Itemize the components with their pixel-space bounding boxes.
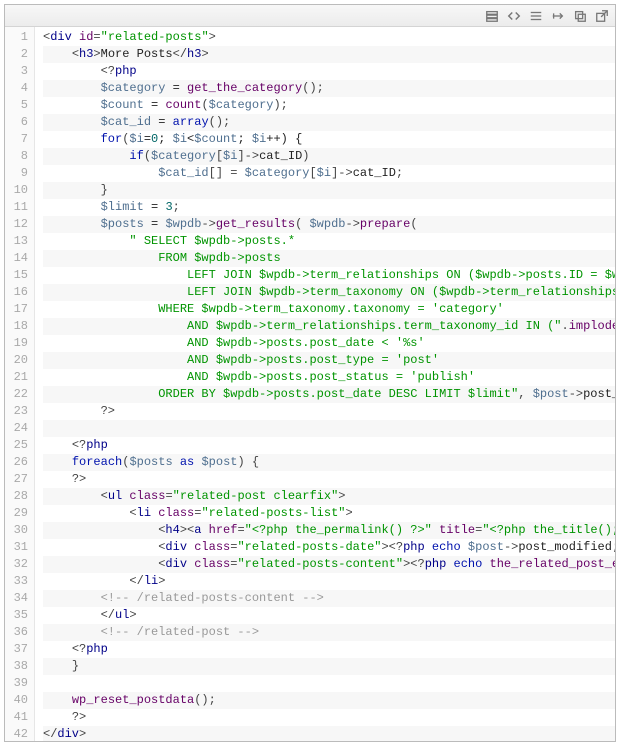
code-line[interactable]: " SELECT $wpdb->posts.* — [43, 233, 615, 250]
copy-icon[interactable] — [570, 7, 590, 25]
code-line[interactable]: <div class="related-posts-content"><?php… — [43, 556, 615, 573]
line-number: 24 — [5, 420, 28, 437]
line-number: 13 — [5, 233, 28, 250]
code-line[interactable]: } — [43, 182, 615, 199]
code-line[interactable] — [43, 675, 615, 692]
code-line[interactable]: <!-- /related-posts-content --> — [43, 590, 615, 607]
line-number: 3 — [5, 63, 28, 80]
line-number: 27 — [5, 471, 28, 488]
code-line[interactable]: $count = count($category); — [43, 97, 615, 114]
line-number: 39 — [5, 675, 28, 692]
line-number: 26 — [5, 454, 28, 471]
code-line[interactable]: AND $wpdb->posts.post_status = 'publish' — [43, 369, 615, 386]
code-line[interactable]: $posts = $wpdb->get_results( $wpdb->prep… — [43, 216, 615, 233]
line-number: 21 — [5, 369, 28, 386]
line-number: 18 — [5, 318, 28, 335]
code-line[interactable]: $cat_id = array(); — [43, 114, 615, 131]
code-line[interactable]: AND $wpdb->posts.post_date < '%s' — [43, 335, 615, 352]
code-line[interactable]: <?php — [43, 437, 615, 454]
code-line[interactable]: foreach($posts as $post) { — [43, 454, 615, 471]
code-line[interactable]: ?> — [43, 403, 615, 420]
popout-icon[interactable] — [592, 7, 612, 25]
line-number: 19 — [5, 335, 28, 352]
line-number: 14 — [5, 250, 28, 267]
line-number: 8 — [5, 148, 28, 165]
code-line[interactable]: <div class="related-posts-date"><?php ec… — [43, 539, 615, 556]
line-number: 36 — [5, 624, 28, 641]
line-number: 2 — [5, 46, 28, 63]
code-line[interactable]: LEFT JOIN $wpdb->term_relationships ON (… — [43, 267, 615, 284]
code-line[interactable]: wp_reset_postdata(); — [43, 692, 615, 709]
line-number: 22 — [5, 386, 28, 403]
line-number: 12 — [5, 216, 28, 233]
code-line[interactable]: WHERE $wpdb->term_taxonomy.taxonomy = 'c… — [43, 301, 615, 318]
code-line[interactable]: </li> — [43, 573, 615, 590]
code-icon[interactable] — [504, 7, 524, 25]
line-number: 9 — [5, 165, 28, 182]
list-icon[interactable] — [526, 7, 546, 25]
line-number: 30 — [5, 522, 28, 539]
line-number: 32 — [5, 556, 28, 573]
line-number: 28 — [5, 488, 28, 505]
line-number: 17 — [5, 301, 28, 318]
code-line[interactable]: $cat_id[] = $category[$i]->cat_ID; — [43, 165, 615, 182]
code-line[interactable]: ORDER BY $wpdb->posts.post_date DESC LIM… — [43, 386, 615, 403]
code-line[interactable]: } — [43, 658, 615, 675]
code-line[interactable]: LEFT JOIN $wpdb->term_taxonomy ON ($wpdb… — [43, 284, 615, 301]
code-line[interactable]: <ul class="related-post clearfix"> — [43, 488, 615, 505]
view-source-icon[interactable] — [482, 7, 502, 25]
line-number: 1 — [5, 29, 28, 46]
line-number: 41 — [5, 709, 28, 726]
code-line[interactable]: ?> — [43, 471, 615, 488]
editor-toolbar — [5, 5, 615, 27]
code-editor: 1234567891011121314151617181920212223242… — [4, 4, 616, 742]
line-number: 31 — [5, 539, 28, 556]
code-line[interactable]: <?php — [43, 641, 615, 658]
line-number: 35 — [5, 607, 28, 624]
line-number: 37 — [5, 641, 28, 658]
line-number: 20 — [5, 352, 28, 369]
wrap-icon[interactable] — [548, 7, 568, 25]
line-number: 11 — [5, 199, 28, 216]
line-number: 5 — [5, 97, 28, 114]
code-line[interactable]: if($category[$i]->cat_ID) — [43, 148, 615, 165]
line-number: 10 — [5, 182, 28, 199]
line-number: 6 — [5, 114, 28, 131]
line-number: 38 — [5, 658, 28, 675]
code-line[interactable]: </ul> — [43, 607, 615, 624]
code-line[interactable]: <h4><a href="<?php the_permalink() ?>" t… — [43, 522, 615, 539]
line-number: 40 — [5, 692, 28, 709]
line-number: 42 — [5, 726, 28, 741]
line-number: 33 — [5, 573, 28, 590]
code-line[interactable]: for($i=0; $i<$count; $i++) { — [43, 131, 615, 148]
code-line[interactable]: </div> — [43, 726, 615, 741]
line-number: 23 — [5, 403, 28, 420]
code-line[interactable]: AND $wpdb->term_relationships.term_taxon… — [43, 318, 615, 335]
code-line[interactable]: ?> — [43, 709, 615, 726]
code-area[interactable]: 1234567891011121314151617181920212223242… — [5, 27, 615, 741]
line-number: 34 — [5, 590, 28, 607]
line-number: 15 — [5, 267, 28, 284]
line-number: 7 — [5, 131, 28, 148]
line-number: 25 — [5, 437, 28, 454]
line-number: 29 — [5, 505, 28, 522]
code-line[interactable] — [43, 420, 615, 437]
code-line[interactable]: <div id="related-posts"> — [43, 29, 615, 46]
line-number: 16 — [5, 284, 28, 301]
code-line[interactable]: <li class="related-posts-list"> — [43, 505, 615, 522]
line-number-gutter: 1234567891011121314151617181920212223242… — [5, 27, 35, 741]
code-line[interactable]: <?php — [43, 63, 615, 80]
code-line[interactable]: AND $wpdb->posts.post_type = 'post' — [43, 352, 615, 369]
code-line[interactable]: FROM $wpdb->posts — [43, 250, 615, 267]
line-number: 4 — [5, 80, 28, 97]
code-line[interactable]: <!-- /related-post --> — [43, 624, 615, 641]
code-line[interactable]: $limit = 3; — [43, 199, 615, 216]
code-line[interactable]: <h3>More Posts</h3> — [43, 46, 615, 63]
code-content[interactable]: <div id="related-posts"> <h3>More Posts<… — [35, 27, 615, 741]
code-line[interactable]: $category = get_the_category(); — [43, 80, 615, 97]
